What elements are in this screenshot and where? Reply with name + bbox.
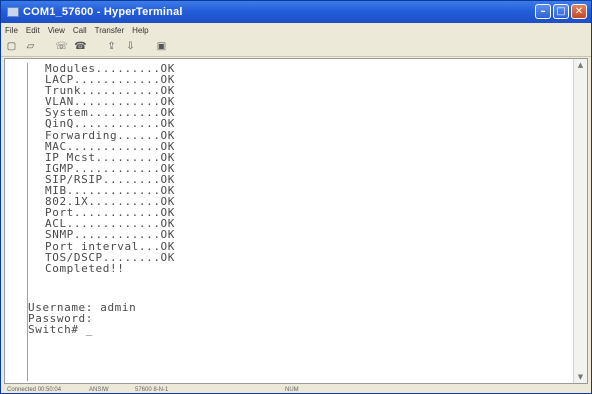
terminal-area[interactable]: Modules.........OK LACP............OK Tr… xyxy=(4,58,588,384)
terminal-line: Port interval...OK xyxy=(45,239,176,253)
terminal-output: Modules.........OK LACP............OK Tr… xyxy=(27,63,567,381)
close-button[interactable]: ✕ xyxy=(571,4,587,19)
switch-prompt[interactable]: Switch# _ xyxy=(28,324,567,335)
maximize-button[interactable]: □ xyxy=(553,4,569,19)
menu-edit[interactable]: Edit xyxy=(26,26,40,35)
toolbar: ▢ ▱ ☏ ☎ ⇪ ⇩ ▣ xyxy=(1,37,591,57)
new-icon[interactable]: ▢ xyxy=(5,41,18,53)
vertical-scrollbar[interactable]: ▲ ▼ xyxy=(573,59,587,383)
window-title: COM1_57600 - HyperTerminal xyxy=(23,6,183,18)
send-icon[interactable]: ⇪ xyxy=(105,41,118,53)
hyperterminal-window: COM1_57600 - HyperTerminal – □ ✕ File Ed… xyxy=(0,0,592,394)
title-bar[interactable]: COM1_57600 - HyperTerminal – □ ✕ xyxy=(1,1,591,23)
properties-icon[interactable]: ▣ xyxy=(155,41,168,53)
terminal-line: SNMP............OK xyxy=(45,228,176,242)
menu-bar: File Edit View Call Transfer Help xyxy=(1,23,591,37)
window-controls: – □ ✕ xyxy=(535,4,587,19)
menu-call[interactable]: Call xyxy=(73,26,87,35)
status-connected: Connected 00:50:04 xyxy=(7,387,62,393)
terminal-line: Completed!! xyxy=(45,261,125,275)
status-emulation: ANSIW xyxy=(89,387,109,393)
minimize-button[interactable]: – xyxy=(535,4,551,19)
call-icon[interactable]: ☏ xyxy=(55,41,68,53)
terminal-line: Forwarding......OK xyxy=(45,128,176,142)
menu-help[interactable]: Help xyxy=(132,26,148,35)
menu-file[interactable]: File xyxy=(5,26,18,35)
scroll-up-icon[interactable]: ▲ xyxy=(574,59,587,71)
terminal-line: QinQ............OK xyxy=(45,117,176,131)
open-icon[interactable]: ▱ xyxy=(24,41,37,53)
menu-transfer[interactable]: Transfer xyxy=(95,26,125,35)
status-bar: Connected 00:50:04 ANSIW 57600 8-N-1 NUM xyxy=(1,385,591,394)
password-line: Password: xyxy=(28,311,94,325)
app-icon xyxy=(7,7,19,17)
receive-icon[interactable]: ⇩ xyxy=(124,41,137,53)
status-settings: 57600 8-N-1 xyxy=(135,387,169,393)
username-line: Username: admin xyxy=(28,300,137,314)
status-num: NUM xyxy=(285,387,299,393)
disconnect-icon[interactable]: ☎ xyxy=(74,41,87,53)
scroll-down-icon[interactable]: ▼ xyxy=(574,371,587,383)
menu-view[interactable]: View xyxy=(48,26,65,35)
